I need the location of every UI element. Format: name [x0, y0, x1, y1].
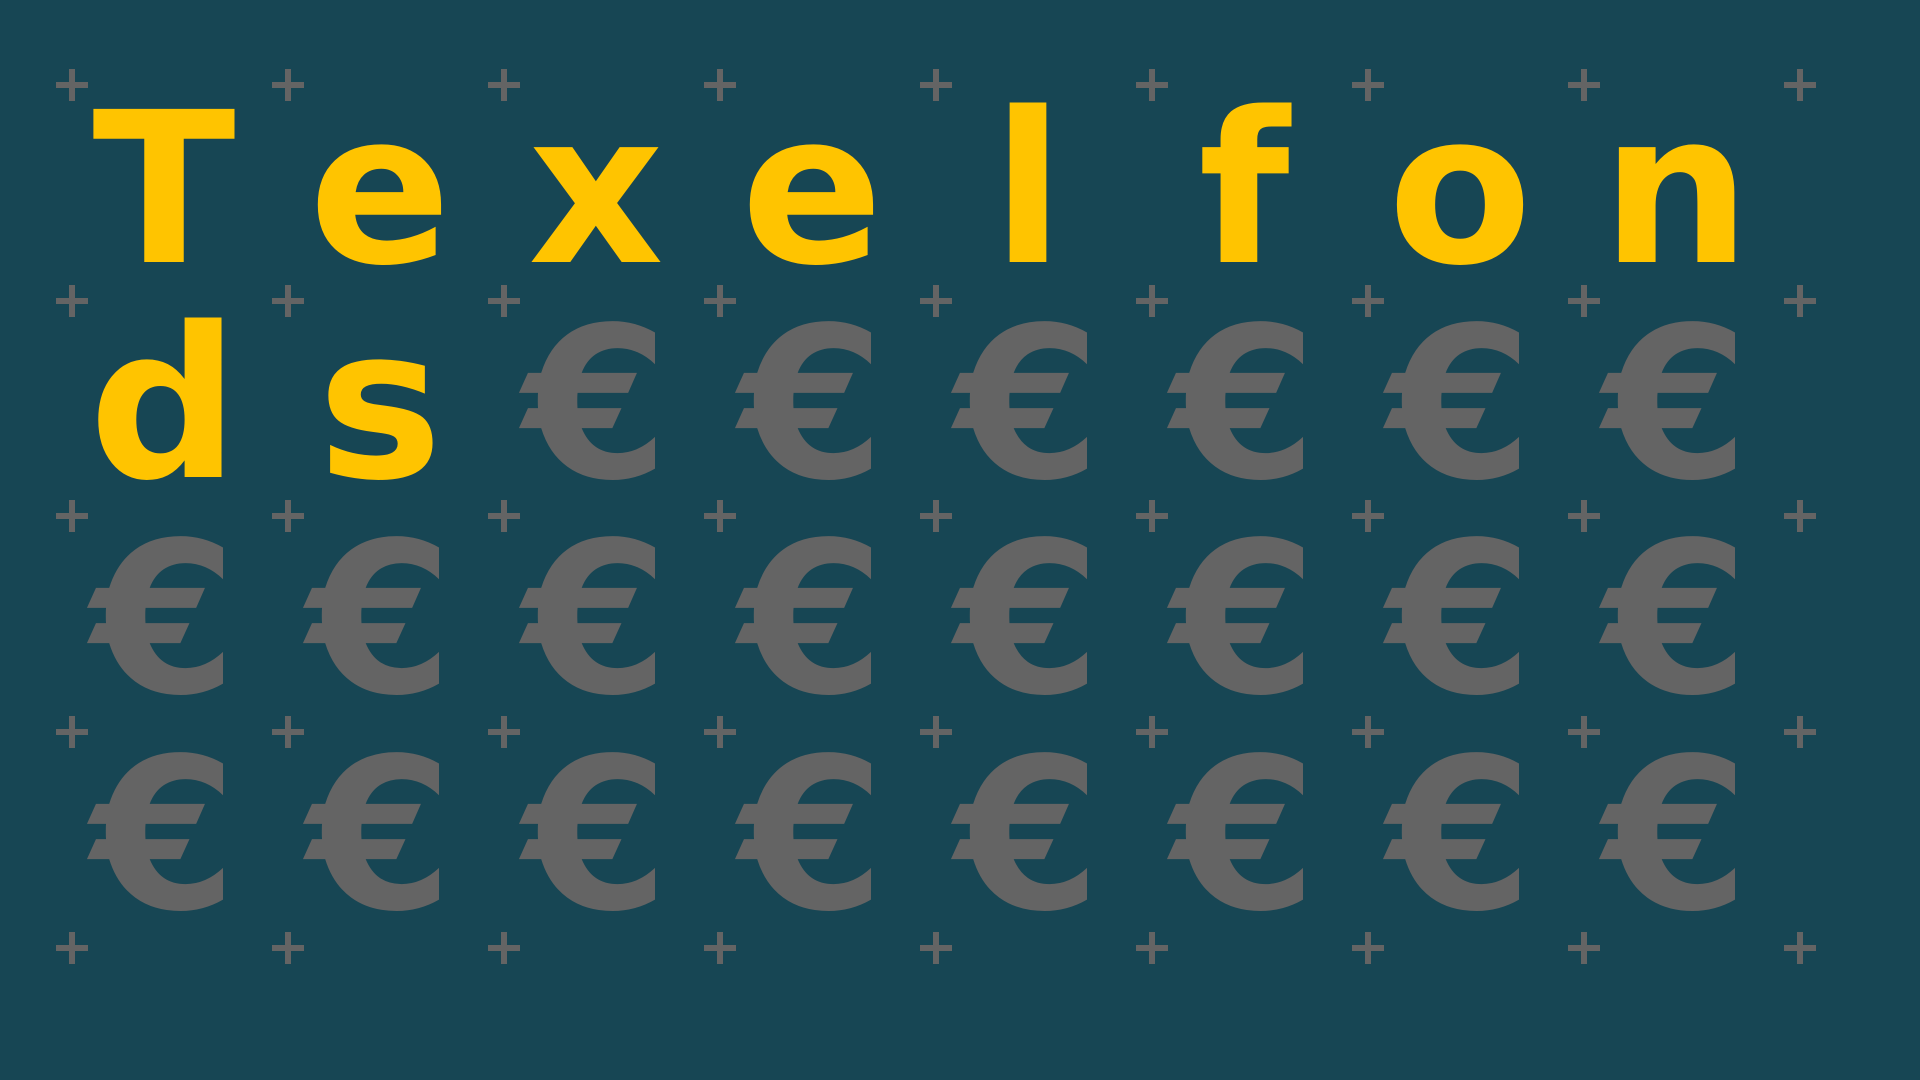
title-letter: d [88, 282, 240, 527]
euro-icon: € [954, 282, 1102, 527]
euro-icon: € [90, 497, 238, 742]
poster-canvas: Te x e l f o n d s € € € € € € € € € € € € € € € € € € € € € € [0, 0, 1920, 1080]
euro-icon: € [1170, 497, 1318, 742]
title-letter: f [1198, 67, 1290, 312]
title-letter: x [528, 67, 664, 312]
euro-icon: € [738, 497, 886, 742]
euro-icon: € [522, 713, 670, 958]
plus-icon [1784, 69, 1816, 101]
title-letter: l [992, 67, 1064, 312]
title-letter: s [317, 282, 443, 527]
euro-icon: € [90, 713, 238, 958]
plus-icon [1784, 716, 1816, 748]
title-letter: e [740, 67, 884, 312]
euro-icon: € [1386, 282, 1534, 527]
euro-icon: € [954, 713, 1102, 958]
title-letter: e [308, 67, 452, 312]
euro-icon: € [522, 497, 670, 742]
euro-icon: € [1602, 497, 1750, 742]
euro-icon: € [1386, 497, 1534, 742]
euro-icon: € [738, 282, 886, 527]
euro-icon: € [1602, 713, 1750, 958]
euro-icon: € [738, 713, 886, 958]
plus-icon [1784, 500, 1816, 532]
title-letter: n [1601, 67, 1751, 312]
euro-icon: € [1386, 713, 1534, 958]
euro-icon: € [954, 497, 1102, 742]
euro-icon: € [306, 497, 454, 742]
euro-icon: € [522, 282, 670, 527]
plus-icon [1784, 932, 1816, 964]
euro-icon: € [1602, 282, 1750, 527]
euro-icon: € [1170, 282, 1318, 527]
title-letter: o [1387, 67, 1533, 312]
plus-icon [1784, 285, 1816, 317]
title-letter: T [92, 67, 236, 312]
euro-icon: € [1170, 713, 1318, 958]
euro-icon: € [306, 713, 454, 958]
